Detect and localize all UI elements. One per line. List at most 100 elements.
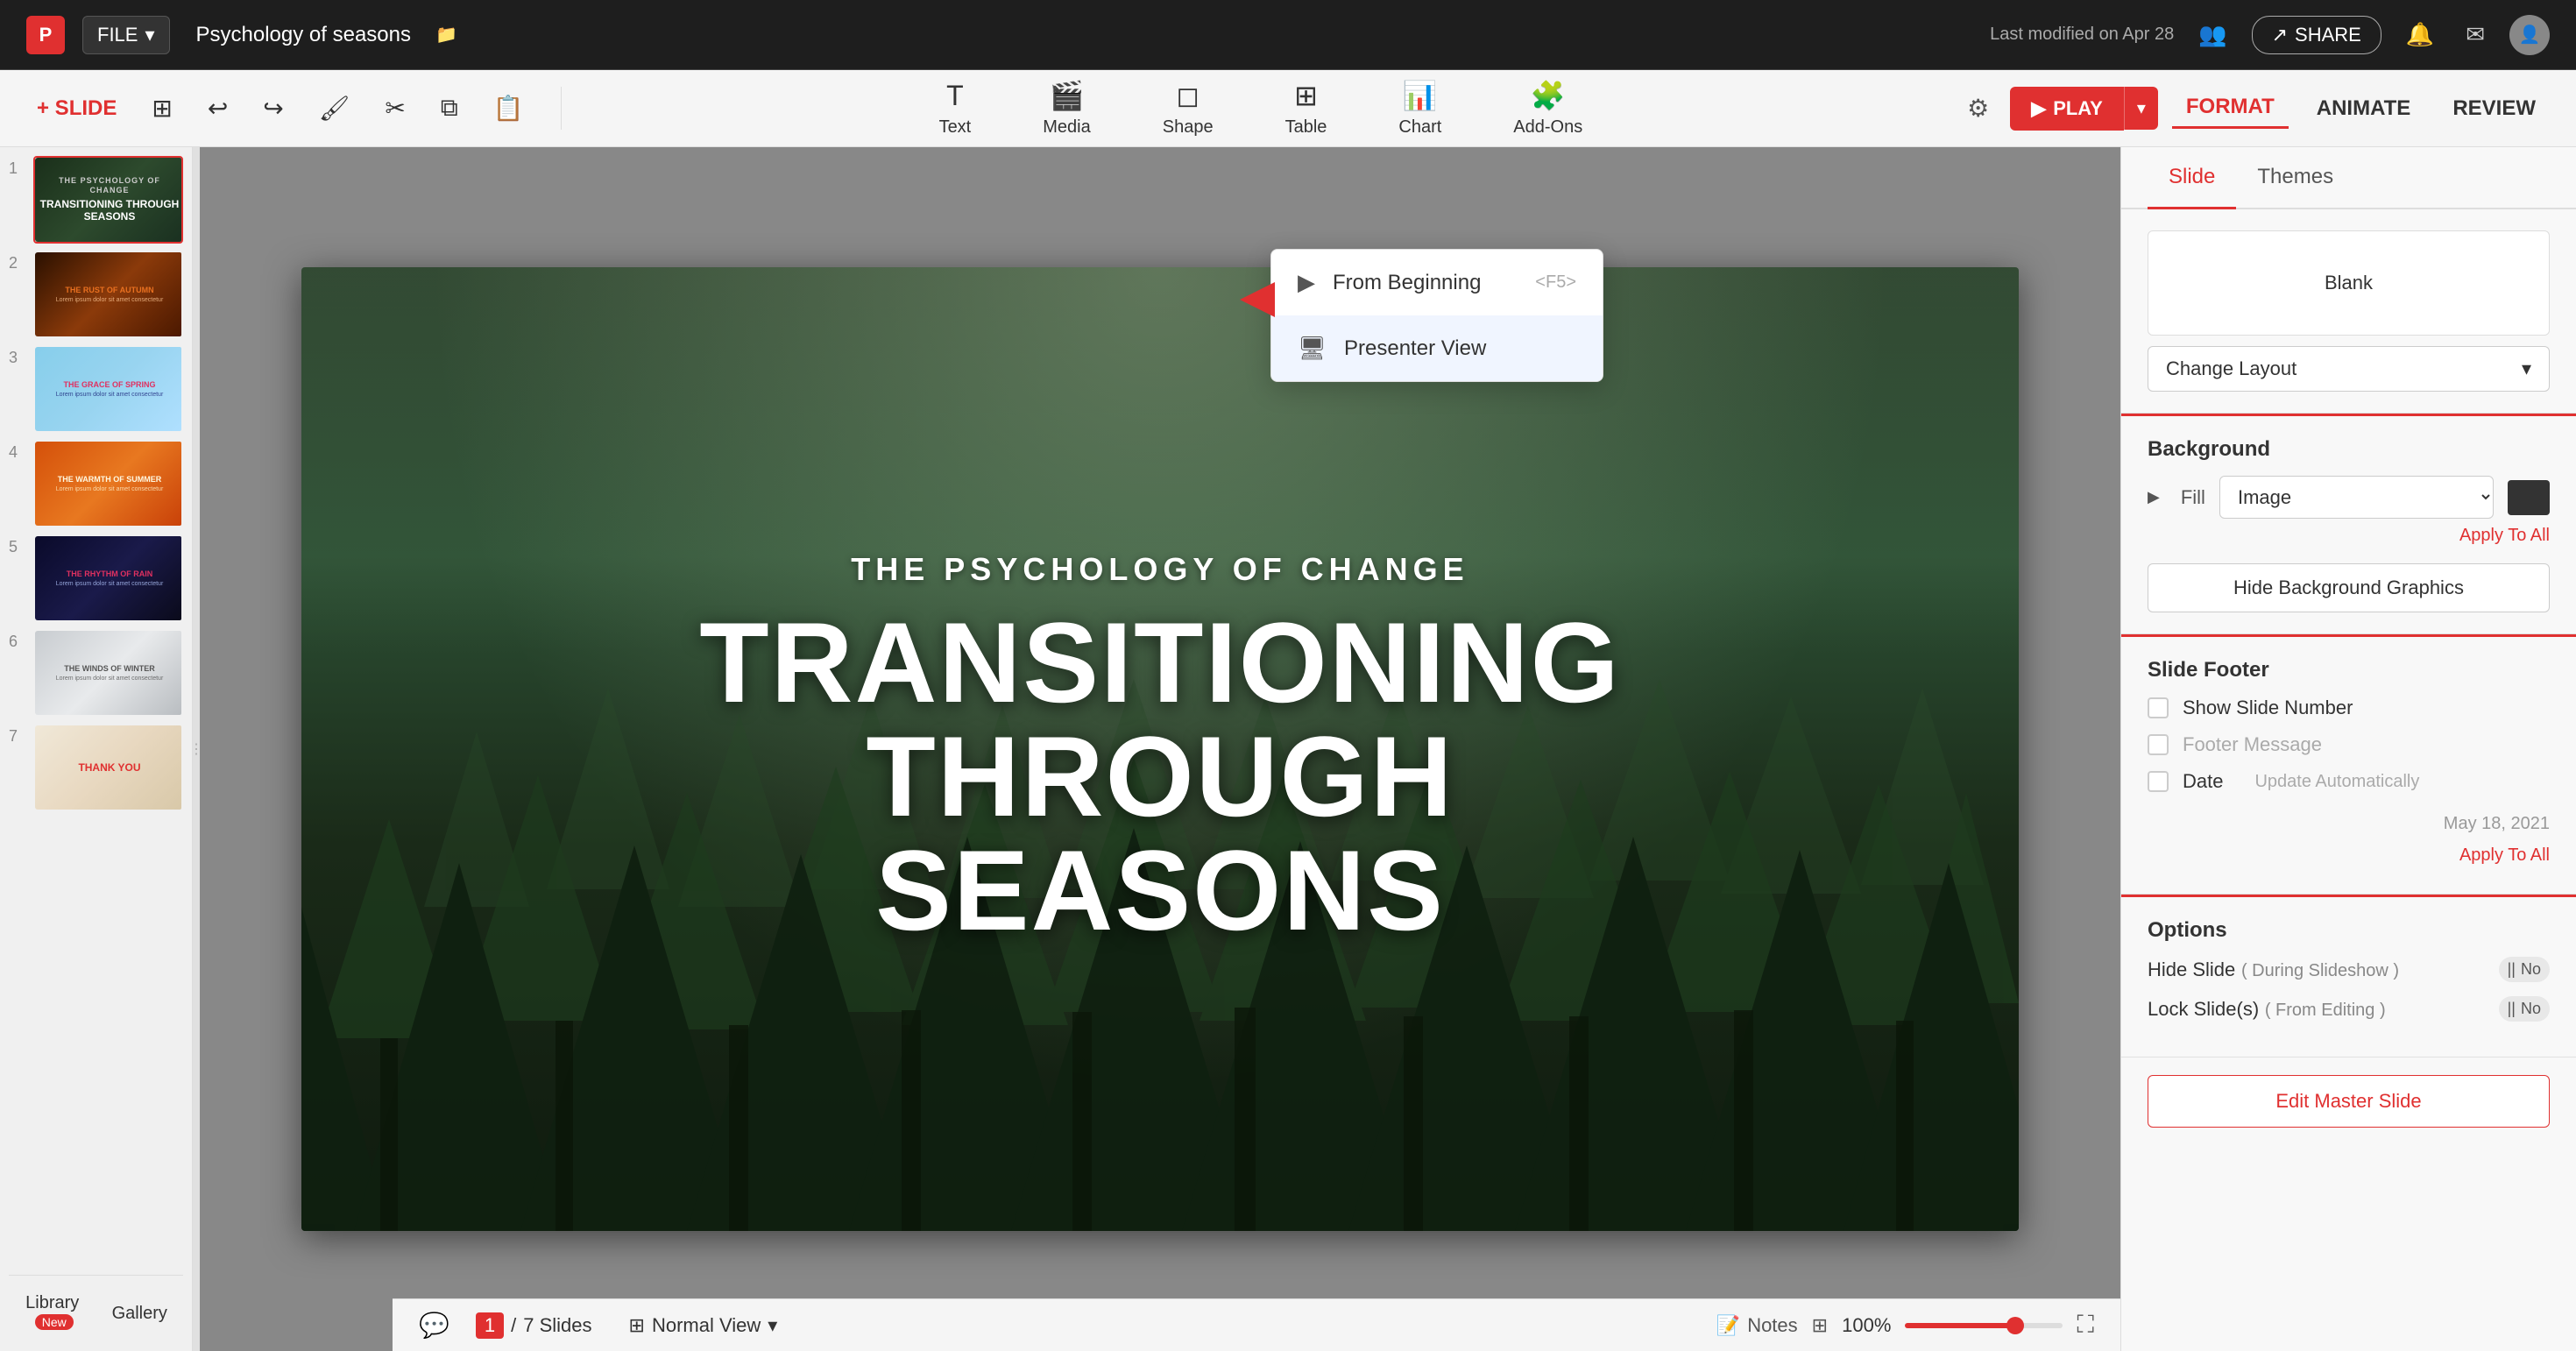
slide-image-2[interactable]: THE RUST OF AUTUMN Lorem ipsum dolor sit… bbox=[33, 251, 183, 338]
addons-icon: 🧩 bbox=[1531, 79, 1566, 112]
toolbar-left: + SLIDE ⊞ ↩ ↪ 🖌 ✂ ⧉ 📋 bbox=[26, 87, 562, 130]
top-bar: P FILE ▾ Psychology of seasons 📁 Last mo… bbox=[0, 0, 2576, 70]
footer-message-label: Footer Message bbox=[2183, 733, 2322, 756]
slide-thumbnail-7[interactable]: 7 THANK YOU bbox=[9, 724, 183, 811]
mail-icon[interactable]: ✉ bbox=[2459, 14, 2492, 55]
fill-color-box[interactable] bbox=[2508, 480, 2550, 515]
current-slide-number: 1 bbox=[476, 1312, 504, 1339]
date-checkbox[interactable] bbox=[2148, 771, 2169, 792]
background-section: Background ▶ Fill Image Apply To All Hid… bbox=[2121, 416, 2576, 634]
paste-button[interactable]: 📋 bbox=[483, 87, 534, 130]
shape-icon: ◻ bbox=[1176, 79, 1200, 112]
format-painter-button[interactable]: 🖌 bbox=[308, 87, 361, 130]
tab-review[interactable]: REVIEW bbox=[2438, 89, 2550, 128]
share-button[interactable]: ↗ SHARE bbox=[2252, 16, 2381, 54]
slide-image-5[interactable]: THE RHYTHM OF RAIN Lorem ipsum dolor sit… bbox=[33, 534, 183, 622]
apply-to-all-link-1[interactable]: Apply To All bbox=[2148, 519, 2550, 553]
slide-main-title: TRANSITIONING THROUGH SEASONS bbox=[389, 605, 1931, 947]
zoom-slider[interactable] bbox=[1905, 1323, 2063, 1328]
play-icon: ▶ bbox=[1298, 269, 1315, 296]
hide-slide-label: Hide Slide bbox=[2148, 958, 2235, 980]
gallery-button[interactable]: Gallery bbox=[96, 1284, 184, 1342]
slide-image-3[interactable]: THE GRACE OF SPRING Lorem ipsum dolor si… bbox=[33, 345, 183, 433]
shape-tool-button[interactable]: ◻ Shape bbox=[1149, 72, 1228, 145]
cut-button[interactable]: ✂ bbox=[374, 87, 415, 130]
file-menu-button[interactable]: FILE ▾ bbox=[82, 16, 170, 54]
footer-message-row: Footer Message bbox=[2148, 733, 2550, 756]
chat-button[interactable]: 💬 bbox=[419, 1311, 449, 1340]
hide-slide-toggle[interactable]: || No bbox=[2499, 957, 2550, 982]
change-layout-button[interactable]: Change Layout ▾ bbox=[2148, 346, 2550, 392]
tab-themes[interactable]: Themes bbox=[2236, 147, 2354, 209]
avatar[interactable]: 👤 bbox=[2509, 15, 2550, 55]
slide-thumbnail-6[interactable]: 6 THE WINDS OF WINTER Lorem ipsum dolor … bbox=[9, 629, 183, 717]
add-slide-button[interactable]: + SLIDE bbox=[26, 89, 127, 128]
toolbar-center: T Text 🎬 Media ◻ Shape ⊞ Table 📊 Chart 🧩… bbox=[562, 72, 1961, 145]
play-main-button[interactable]: ▶ PLAY bbox=[2010, 87, 2124, 131]
undo-button[interactable]: ↩ bbox=[197, 87, 238, 130]
edit-master-slide-button[interactable]: Edit Master Slide bbox=[2148, 1075, 2550, 1128]
pointer-arrow bbox=[1240, 282, 1275, 317]
tab-format[interactable]: FORMAT bbox=[2172, 88, 2289, 129]
slide-image-4[interactable]: THE WARMTH OF SUMMER Lorem ipsum dolor s… bbox=[33, 440, 183, 527]
presenter-view-item[interactable]: 🖥 Presenter View bbox=[1271, 315, 1603, 381]
slide-thumbnail-5[interactable]: 5 THE RHYTHM OF RAIN Lorem ipsum dolor s… bbox=[9, 534, 183, 622]
fill-select[interactable]: Image bbox=[2219, 476, 2494, 519]
play-dropdown-button[interactable]: ▾ bbox=[2124, 87, 2158, 130]
grid-view-button[interactable]: ⊞ bbox=[1812, 1314, 1828, 1337]
hide-slide-sublabel: ( During Slideshow ) bbox=[2241, 961, 2399, 980]
slide-thumbnail-3[interactable]: 3 THE GRACE OF SPRING Lorem ipsum dolor … bbox=[9, 345, 183, 433]
panel-resizer[interactable]: ⋮ bbox=[193, 147, 200, 1351]
slide-image-6[interactable]: THE WINDS OF WINTER Lorem ipsum dolor si… bbox=[33, 629, 183, 717]
slide-canvas[interactable]: THE PSYCHOLOGY OF CHANGE TRANSITIONING T… bbox=[301, 267, 2019, 1231]
slide-image-1[interactable]: THE PSYCHOLOGY OF CHANGE TRANSITIONING T… bbox=[33, 156, 183, 244]
library-button[interactable]: Library New bbox=[9, 1284, 96, 1342]
fullscreen-button[interactable]: ⛶ bbox=[2077, 1311, 2094, 1340]
last-modified-label: Last modified on Apr 28 bbox=[1990, 25, 2174, 45]
layout-name: Blank bbox=[2325, 272, 2373, 294]
redo-button[interactable]: ↪ bbox=[252, 87, 294, 130]
doc-status-icon: 📁 bbox=[435, 24, 457, 46]
people-icon[interactable]: 👥 bbox=[2191, 14, 2233, 55]
slide-thumbnail-2[interactable]: 2 THE RUST OF AUTUMN Lorem ipsum dolor s… bbox=[9, 251, 183, 338]
lock-slide-toggle[interactable]: || No bbox=[2499, 996, 2550, 1022]
zoom-label: 100% bbox=[1842, 1314, 1891, 1337]
app-logo: P bbox=[26, 16, 65, 54]
presenter-icon: 🖥 bbox=[1298, 335, 1327, 362]
date-label: Date bbox=[2183, 770, 2223, 793]
show-slide-number-checkbox[interactable] bbox=[2148, 697, 2169, 718]
settings-button[interactable]: ⚙ bbox=[1960, 87, 1996, 130]
notes-button[interactable]: 📝 Notes bbox=[1716, 1314, 1798, 1337]
options-section: Options Hide Slide ( During Slideshow ) … bbox=[2121, 897, 2576, 1057]
slide-panel: 1 THE PSYCHOLOGY OF CHANGE TRANSITIONING… bbox=[0, 147, 193, 1351]
slide-image-7[interactable]: THANK YOU bbox=[33, 724, 183, 811]
slide-thumbnail-1[interactable]: 1 THE PSYCHOLOGY OF CHANGE TRANSITIONING… bbox=[9, 156, 183, 244]
apply-to-all-link-2[interactable]: Apply To All bbox=[2148, 838, 2550, 873]
media-tool-button[interactable]: 🎬 Media bbox=[1029, 72, 1104, 145]
zoom-thumb[interactable] bbox=[2006, 1317, 2024, 1334]
copy-button[interactable]: ⧉ bbox=[430, 87, 469, 130]
lock-slide-sublabel: ( From Editing ) bbox=[2265, 1001, 2386, 1020]
notes-icon: 📝 bbox=[1716, 1314, 1740, 1337]
slide-thumbnail-4[interactable]: 4 THE WARMTH OF SUMMER Lorem ipsum dolor… bbox=[9, 440, 183, 527]
from-beginning-item[interactable]: ▶ From Beginning <F5> bbox=[1271, 250, 1603, 315]
show-slide-number-row: Show Slide Number bbox=[2148, 697, 2550, 719]
layout-button[interactable]: ⊞ bbox=[141, 87, 182, 130]
footer-message-checkbox[interactable] bbox=[2148, 734, 2169, 755]
view-mode-button[interactable]: ⊞ Normal View ▾ bbox=[619, 1307, 789, 1344]
chart-tool-button[interactable]: 📊 Chart bbox=[1384, 72, 1455, 145]
table-icon: ⊞ bbox=[1294, 79, 1318, 112]
fill-row: ▶ Fill Image bbox=[2148, 476, 2550, 519]
slide-content: THE PSYCHOLOGY OF CHANGE TRANSITIONING T… bbox=[301, 267, 2019, 1231]
tab-slide[interactable]: Slide bbox=[2148, 147, 2236, 209]
tab-animate[interactable]: ANIMATE bbox=[2303, 89, 2425, 128]
text-tool-button[interactable]: T Text bbox=[925, 73, 986, 145]
slide-footer-title: Slide Footer bbox=[2148, 658, 2550, 683]
hide-background-graphics-button[interactable]: Hide Background Graphics bbox=[2148, 563, 2550, 612]
table-tool-button[interactable]: ⊞ Table bbox=[1271, 72, 1341, 145]
date-auto-label: Update Automatically bbox=[2254, 772, 2419, 792]
play-button-group: ▶ PLAY ▾ bbox=[2010, 87, 2158, 131]
options-title: Options bbox=[2148, 918, 2550, 943]
addons-tool-button[interactable]: 🧩 Add-Ons bbox=[1499, 72, 1596, 145]
bell-icon[interactable]: 🔔 bbox=[2399, 14, 2441, 55]
